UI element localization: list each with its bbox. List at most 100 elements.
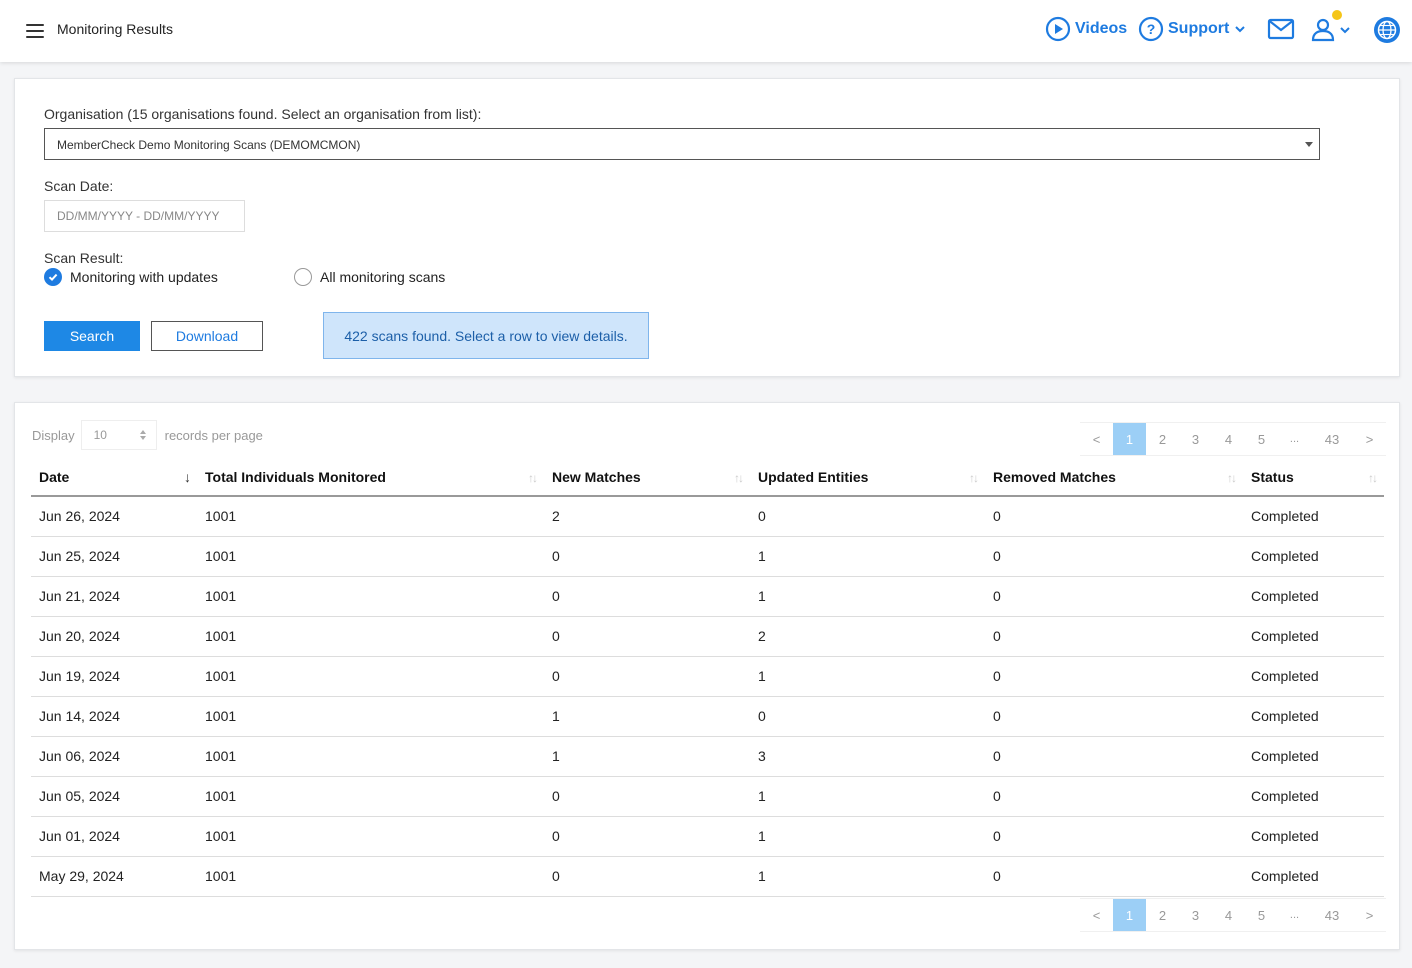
user-menu[interactable] (1310, 17, 1352, 43)
organisation-select[interactable]: MemberCheck Demo Monitoring Scans (DEMOM… (44, 128, 1320, 160)
page-button-1[interactable]: 1 (1113, 899, 1146, 931)
cell-status: Completed (1243, 616, 1384, 657)
cell-new-matches: 0 (544, 536, 750, 577)
column-header-date[interactable]: Date ↓ (31, 459, 197, 497)
sort-icon: ↑↓ (969, 471, 979, 485)
page-button-2[interactable]: 2 (1146, 899, 1179, 931)
cell-date: Jun 20, 2024 (31, 616, 197, 657)
cell-date: Jun 05, 2024 (31, 776, 197, 817)
column-header-new-matches[interactable]: New Matches ↑↓ (544, 459, 750, 497)
radio-label: Monitoring with updates (70, 269, 218, 285)
page-size-select[interactable]: 10 (80, 420, 157, 450)
cell-total: 1001 (197, 736, 544, 777)
sort-icon: ↑↓ (1227, 471, 1237, 485)
sort-desc-icon: ↓ (184, 469, 191, 485)
radio-all-monitoring-scans[interactable]: All monitoring scans (294, 268, 445, 286)
page-next-button[interactable]: > (1353, 423, 1386, 455)
radio-checked-icon (44, 268, 62, 286)
globe-icon[interactable] (1373, 16, 1401, 44)
spinner-arrows-icon (139, 430, 146, 440)
page-size-control: Display 10 records per page (32, 420, 263, 450)
cell-new-matches: 0 (544, 816, 750, 857)
table-row[interactable]: Jun 14, 2024 1001 1 0 0 Completed (31, 696, 1384, 737)
radio-monitoring-with-updates[interactable]: Monitoring with updates (44, 268, 218, 286)
help-circle-icon: ? (1138, 16, 1164, 42)
cell-new-matches: 0 (544, 656, 750, 697)
cell-status: Completed (1243, 536, 1384, 577)
column-header-status[interactable]: Status ↑↓ (1243, 459, 1384, 497)
cell-date: Jun 25, 2024 (31, 536, 197, 577)
page-ellipsis: ... (1289, 433, 1300, 445)
page-button-1[interactable]: 1 (1113, 423, 1146, 455)
cell-removed: 0 (985, 576, 1243, 617)
cell-total: 1001 (197, 696, 544, 737)
sort-icon: ↑↓ (528, 471, 538, 485)
videos-link[interactable]: Videos (1045, 16, 1127, 42)
cell-updated: 1 (750, 816, 985, 857)
table-row[interactable]: Jun 05, 2024 1001 0 1 0 Completed (31, 776, 1384, 817)
table-row[interactable]: Jun 20, 2024 1001 0 2 0 Completed (31, 616, 1384, 657)
download-button[interactable]: Download (151, 321, 263, 351)
cell-date: Jun 06, 2024 (31, 736, 197, 777)
cell-date: Jun 01, 2024 (31, 816, 197, 857)
table-row[interactable]: May 29, 2024 1001 0 1 0 Completed (31, 856, 1384, 897)
cell-total: 1001 (197, 496, 544, 537)
table-header-row: Date ↓ Total Individuals Monitored ↑↓ New … (31, 459, 1384, 497)
page-button-3[interactable]: 3 (1179, 423, 1212, 455)
cell-updated: 1 (750, 776, 985, 817)
top-header: Monitoring Results Videos ? Support (0, 0, 1412, 62)
cell-status: Completed (1243, 696, 1384, 737)
records-per-page-label: records per page (164, 427, 263, 443)
scan-result-label: Scan Result: (44, 250, 124, 266)
scan-date-range-input[interactable] (44, 200, 245, 232)
cell-total: 1001 (197, 816, 544, 857)
page-button-5[interactable]: 5 (1245, 423, 1278, 455)
cell-total: 1001 (197, 536, 544, 577)
cell-removed: 0 (985, 616, 1243, 657)
cell-new-matches: 0 (544, 856, 750, 897)
table-row[interactable]: Jun 06, 2024 1001 1 3 0 Completed (31, 736, 1384, 777)
page-button-4[interactable]: 4 (1212, 899, 1245, 931)
table-row[interactable]: Jun 19, 2024 1001 0 1 0 Completed (31, 656, 1384, 697)
page-button-2[interactable]: 2 (1146, 423, 1179, 455)
cell-status: Completed (1243, 816, 1384, 857)
page-button-43[interactable]: 43 (1311, 423, 1353, 455)
filter-panel: Organisation (15 organisations found. Se… (14, 78, 1400, 377)
column-header-removed-matches[interactable]: Removed Matches ↑↓ (985, 459, 1243, 497)
radio-unchecked-icon (294, 268, 312, 286)
cell-removed: 0 (985, 536, 1243, 577)
organisation-label: Organisation (15 organisations found. Se… (44, 106, 482, 122)
column-header-total-monitored[interactable]: Total Individuals Monitored ↑↓ (197, 459, 544, 497)
cell-total: 1001 (197, 616, 544, 657)
cell-new-matches: 0 (544, 616, 750, 657)
cell-removed: 0 (985, 736, 1243, 777)
page-button-4[interactable]: 4 (1212, 423, 1245, 455)
page-prev-button[interactable]: < (1080, 423, 1113, 455)
cell-new-matches: 1 (544, 696, 750, 737)
cell-status: Completed (1243, 656, 1384, 697)
table-row[interactable]: Jun 01, 2024 1001 0 1 0 Completed (31, 816, 1384, 857)
page-prev-button[interactable]: < (1080, 899, 1113, 931)
display-label: Display (32, 427, 75, 443)
table-row[interactable]: Jun 25, 2024 1001 0 1 0 Completed (31, 536, 1384, 577)
support-label: Support (1168, 20, 1230, 37)
cell-new-matches: 0 (544, 776, 750, 817)
page-title: Monitoring Results (57, 21, 173, 37)
mail-icon[interactable] (1267, 18, 1295, 40)
radio-label: All monitoring scans (320, 269, 446, 285)
page-ellipsis: ... (1289, 909, 1300, 921)
page-button-3[interactable]: 3 (1179, 899, 1212, 931)
page-button-43[interactable]: 43 (1311, 899, 1353, 931)
column-header-updated-entities[interactable]: Updated Entities ↑↓ (750, 459, 985, 497)
cell-updated: 0 (750, 496, 985, 537)
table-row[interactable]: Jun 26, 2024 1001 2 0 0 Completed (31, 496, 1384, 537)
menu-icon[interactable] (26, 24, 44, 38)
search-button[interactable]: Search (44, 321, 140, 351)
results-table: Date ↓ Total Individuals Monitored ↑↓ New … (31, 459, 1384, 897)
page-button-5[interactable]: 5 (1245, 899, 1278, 931)
table-row[interactable]: Jun 21, 2024 1001 0 1 0 Completed (31, 576, 1384, 617)
support-link[interactable]: ? Support (1138, 16, 1247, 42)
page-next-button[interactable]: > (1353, 899, 1386, 931)
cell-removed: 0 (985, 696, 1243, 737)
cell-status: Completed (1243, 736, 1384, 777)
